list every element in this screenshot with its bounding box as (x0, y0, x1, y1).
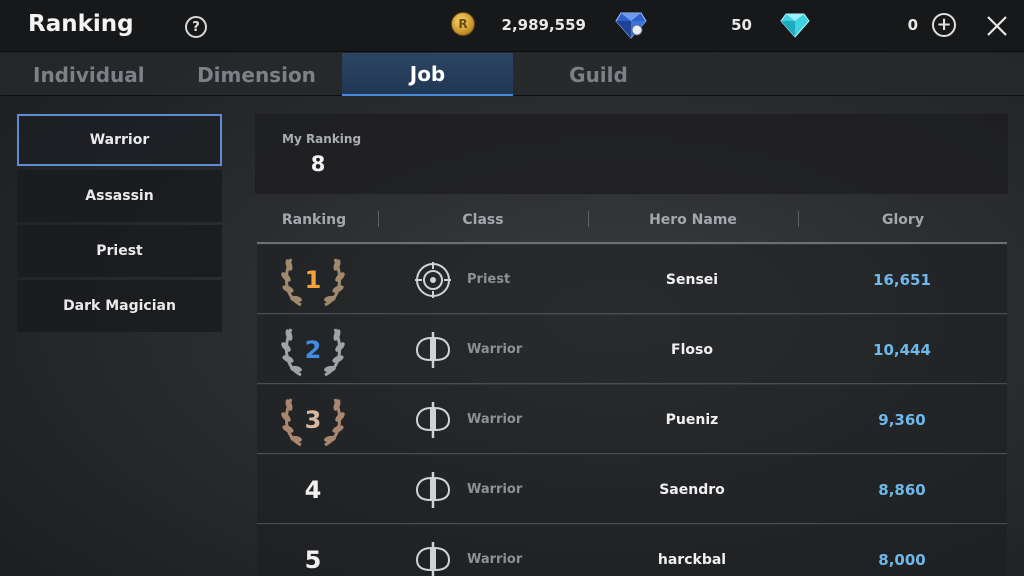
class-name: Warrior (467, 482, 523, 497)
glory-value: 8,860 (878, 480, 926, 499)
column-class: Class (462, 212, 504, 228)
hero-name: harckbal (657, 551, 727, 568)
my-ranking-panel: My Ranking 8 (255, 114, 1008, 194)
cyan-diamond-icon (780, 13, 810, 38)
header-divider (257, 242, 1007, 244)
priest-class-icon (415, 262, 451, 298)
rank-cell: 4 (257, 455, 369, 524)
tab-job[interactable]: Job (342, 53, 513, 96)
glory-value: 10,444 (873, 340, 931, 359)
table-row[interactable]: 5 Warrior harckbal 8,000 (257, 525, 1007, 576)
rank-cell: 5 (257, 525, 369, 576)
table-row[interactable]: 4 Warrior Saendro 8,860 (257, 455, 1007, 524)
hero-name: Sensei (665, 271, 719, 288)
tab-bar: Individual Dimension Job Guild (0, 53, 1024, 96)
close-icon[interactable] (986, 15, 1008, 37)
glory-value: 8,000 (878, 550, 926, 569)
blue-gem-icon (615, 12, 647, 39)
warrior-class-icon (415, 332, 451, 368)
rank-cell: 3 (257, 385, 369, 454)
class-name: Warrior (467, 412, 523, 427)
tab-individual[interactable]: Individual (0, 53, 171, 96)
class-name: Warrior (467, 342, 523, 357)
gold-amount: 2,989,559 (501, 16, 586, 34)
column-hero-name: Hero Name (649, 212, 737, 228)
gem-amount: 50 (731, 16, 752, 34)
job-warrior[interactable]: Warrior (17, 114, 222, 166)
warrior-class-icon (415, 542, 451, 576)
rank-number: 3 (304, 405, 322, 434)
table-row[interactable]: 2 Warrior Floso 10,444 (257, 315, 1007, 384)
help-icon[interactable]: ? (185, 16, 207, 38)
rank-number: 2 (304, 335, 322, 364)
hero-name: Saendro (659, 481, 725, 498)
my-ranking-value: 8 (310, 152, 326, 176)
table-header: Ranking Class Hero Name Glory (257, 200, 1007, 240)
table-row[interactable]: 1 Priest Sensei 16,651 (257, 245, 1007, 314)
hero-name: Pueniz (665, 411, 719, 428)
rank-cell: 2 (257, 315, 369, 384)
warrior-class-icon (415, 472, 451, 508)
glory-value: 9,360 (878, 410, 926, 429)
hero-name: Floso (671, 341, 713, 358)
glory-value: 16,651 (873, 270, 931, 289)
rank-cell: 1 (257, 245, 369, 314)
job-dark-magician[interactable]: Dark Magician (17, 280, 222, 332)
add-currency-icon[interactable]: + (932, 13, 956, 37)
table-row[interactable]: 3 Warrior Pueniz 9,360 (257, 385, 1007, 454)
rank-number: 1 (304, 265, 322, 294)
tab-dimension[interactable]: Dimension (171, 53, 342, 96)
class-name: Warrior (467, 552, 523, 567)
job-priest[interactable]: Priest (17, 225, 222, 277)
top-bar: Ranking ? R 2,989,559 50 0 + (0, 0, 1024, 52)
warrior-class-icon (415, 402, 451, 438)
rank-number: 5 (304, 545, 322, 574)
page-title: Ranking (28, 11, 134, 37)
tab-guild[interactable]: Guild (513, 53, 684, 96)
my-ranking-label: My Ranking (282, 132, 362, 146)
rank-number: 4 (304, 475, 322, 504)
diamond-amount: 0 (907, 16, 918, 34)
gold-coin-icon: R (451, 12, 475, 36)
class-name: Priest (467, 272, 511, 287)
column-glory: Glory (882, 212, 924, 228)
job-assassin[interactable]: Assassin (17, 170, 222, 222)
